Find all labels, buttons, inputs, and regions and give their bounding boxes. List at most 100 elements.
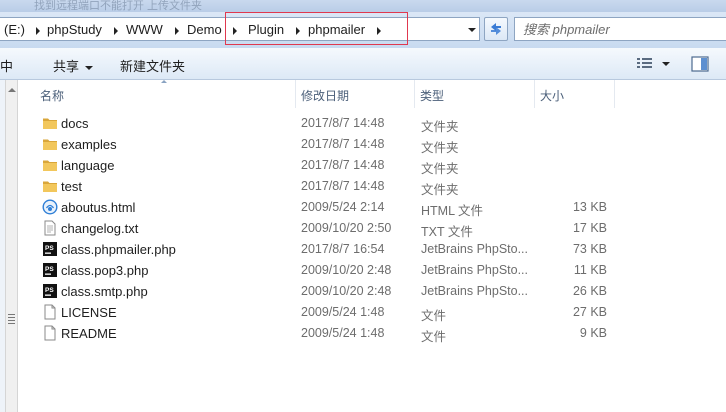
column-header-type[interactable]: 类型	[414, 80, 534, 108]
breadcrumb-separator-icon[interactable]	[233, 27, 237, 35]
file-date: 2009/5/24 1:48	[301, 326, 385, 340]
file-type: 文件夹	[421, 141, 459, 155]
svg-text:PS: PS	[45, 287, 54, 294]
list-item[interactable]: aboutus.html 2009/5/24 2:14 HTML 文件 13 KB	[34, 197, 726, 218]
new-folder-label: 新建文件夹	[120, 59, 186, 74]
breadcrumb-separator-icon[interactable]	[296, 27, 300, 35]
file-date: 2017/8/7 16:54	[301, 242, 385, 256]
phpstorm-file-icon: PS	[42, 283, 58, 299]
blank-file-icon	[42, 325, 58, 341]
breadcrumb-separator-icon[interactable]	[377, 27, 381, 35]
list-item[interactable]: test 2017/8/7 14:48 文件夹	[34, 176, 726, 197]
list-item[interactable]: LICENSE 2009/5/24 1:48 文件 27 KB	[34, 302, 726, 323]
toolbar-organize-button[interactable]: 中	[0, 56, 13, 75]
list-item[interactable]: language 2017/8/7 14:48 文件夹	[34, 155, 726, 176]
file-name: class.pop3.php	[61, 263, 149, 278]
refresh-button[interactable]	[484, 17, 508, 41]
file-type: 文件	[421, 330, 447, 344]
window-title-strip: 找到远程端口不能打开 上传文件夹	[0, 0, 726, 12]
list-item[interactable]: README 2009/5/24 1:48 文件 9 KB	[34, 323, 726, 344]
scroll-up-icon[interactable]	[8, 88, 16, 92]
column-header-name[interactable]: 名称	[34, 80, 295, 108]
list-item[interactable]: docs 2017/8/7 14:48 文件夹	[34, 113, 726, 134]
phpstorm-file-icon: PS	[42, 262, 58, 278]
address-history-dropdown-icon[interactable]	[468, 28, 476, 32]
breadcrumb-demo[interactable]: Demo	[187, 22, 222, 37]
column-divider[interactable]	[614, 80, 615, 108]
preview-pane-icon[interactable]	[691, 56, 709, 72]
breadcrumb-separator-icon[interactable]	[36, 27, 40, 35]
toolbar: 中 共享 新建文件夹	[0, 48, 726, 80]
file-date: 2009/5/24 2:14	[301, 200, 385, 214]
file-date: 2009/10/20 2:50	[301, 221, 392, 235]
breadcrumb-separator-icon[interactable]	[175, 27, 179, 35]
scroll-grip-icon[interactable]	[8, 314, 15, 324]
view-dropdown-icon[interactable]	[662, 62, 670, 66]
blank-file-icon	[42, 304, 58, 320]
search-input[interactable]	[523, 20, 713, 38]
folder-icon	[42, 157, 58, 173]
column-header-type-label: 类型	[420, 89, 445, 103]
file-type: 文件	[421, 309, 447, 323]
breadcrumb-www[interactable]: WWW	[126, 22, 163, 37]
view-options-icon[interactable]	[636, 56, 654, 70]
file-type: JetBrains PhpSto...	[421, 263, 529, 277]
file-type: 文件夹	[421, 183, 459, 197]
svg-text:PS: PS	[45, 245, 54, 252]
file-date: 2009/5/24 1:48	[301, 305, 385, 319]
file-name: class.smtp.php	[61, 284, 148, 299]
share-label: 共享	[53, 59, 80, 74]
file-date: 2009/10/20 2:48	[301, 263, 392, 277]
file-name: test	[61, 179, 82, 194]
list-item[interactable]: examples 2017/8/7 14:48 文件夹	[34, 134, 726, 155]
file-size: 11 KB	[573, 263, 607, 277]
file-name: README	[61, 326, 117, 341]
column-header-name-label: 名称	[40, 89, 65, 103]
column-header-date[interactable]: 修改日期	[295, 80, 414, 108]
file-size: 26 KB	[572, 284, 607, 298]
breadcrumb-separator-icon[interactable]	[114, 27, 118, 35]
search-box[interactable]	[514, 17, 726, 41]
column-header-size[interactable]: 大小	[534, 80, 614, 108]
file-type: JetBrains PhpSto...	[421, 242, 529, 256]
breadcrumb-drive[interactable]: (E:)	[4, 22, 25, 37]
column-header-size-label: 大小	[540, 89, 565, 103]
file-type: TXT 文件	[421, 225, 473, 239]
html-file-icon	[42, 199, 58, 215]
svg-text:PS: PS	[45, 266, 54, 273]
refresh-icon	[491, 23, 501, 35]
share-button[interactable]: 共享	[53, 56, 94, 75]
folder-icon	[42, 178, 58, 194]
list-item[interactable]: PS class.smtp.php 2009/10/20 2:48 JetBrains…	[34, 281, 726, 302]
list-item[interactable]: changelog.txt 2009/10/20 2:50 TXT 文件 17 KB	[34, 218, 726, 239]
file-date: 2017/8/7 14:48	[301, 116, 385, 130]
list-item[interactable]: PS class.pop3.php 2009/10/20 2:48 JetBrains…	[34, 260, 726, 281]
file-size: 9 KB	[579, 326, 607, 340]
folder-icon	[42, 115, 58, 131]
new-folder-button[interactable]: 新建文件夹	[120, 56, 185, 75]
breadcrumb-phpstudy[interactable]: phpStudy	[47, 22, 102, 37]
file-name: class.phpmailer.php	[61, 242, 176, 257]
file-date: 2017/8/7 14:48	[301, 179, 385, 193]
file-type: JetBrains PhpSto...	[421, 284, 529, 298]
file-date: 2017/8/7 14:48	[301, 158, 385, 172]
phpstorm-file-icon: PS	[42, 241, 58, 257]
file-name: changelog.txt	[61, 221, 139, 236]
column-header-date-label: 修改日期	[301, 89, 350, 103]
list-item[interactable]: PS class.phpmailer.php 2017/8/7 16:54 JetBr…	[34, 239, 726, 260]
file-size: 27 KB	[572, 305, 607, 319]
breadcrumb-phpmailer[interactable]: phpmailer	[308, 22, 365, 37]
file-name: aboutus.html	[61, 200, 136, 215]
navigation-scrollbar[interactable]	[5, 80, 18, 412]
text-file-icon	[42, 220, 58, 236]
address-bar[interactable]: (E:) phpStudy WWW Demo Plugin phpmailer	[0, 17, 480, 41]
file-type: HTML 文件	[421, 204, 484, 218]
file-name: examples	[61, 137, 117, 152]
breadcrumb-plugin[interactable]: Plugin	[248, 22, 284, 37]
address-bar-row: (E:) phpStudy WWW Demo Plugin phpmailer	[0, 12, 726, 48]
file-size: 13 KB	[572, 200, 607, 214]
window-title: 找到远程端口不能打开 上传文件夹	[34, 0, 203, 12]
folder-icon	[42, 136, 58, 152]
file-name: docs	[61, 116, 89, 131]
file-type: 文件夹	[421, 162, 459, 176]
